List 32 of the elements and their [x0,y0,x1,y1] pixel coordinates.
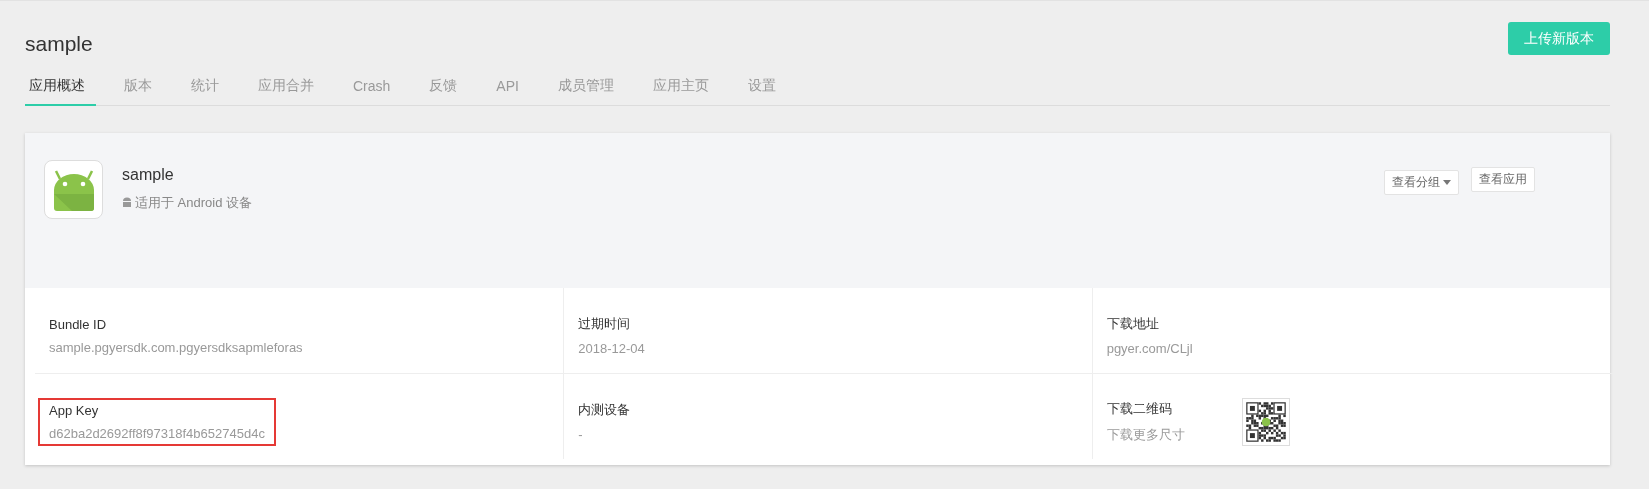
field-label: Bundle ID [49,316,108,332]
field-label: 下载二维码 [1106,399,1173,418]
qr-code-icon [1241,397,1290,446]
field-label: App Key [49,402,100,418]
tab[interactable]: 应用合并 [247,71,325,106]
field-value: - [578,427,584,442]
field-value: pgyer.com/CLjl [1106,341,1193,356]
upload-button[interactable]: 上传新版本 [1508,22,1610,55]
tab[interactable]: 应用概述 [25,71,96,106]
tab[interactable]: 应用主页 [641,71,720,106]
tab[interactable]: Crash [342,71,402,106]
android-icon [122,197,132,209]
tab[interactable]: 反馈 [418,71,469,106]
tab[interactable]: 统计 [180,71,230,106]
field-value: 下载更多尺寸 [1106,425,1185,444]
platform-text: 适用于 Android 设备 [135,194,253,212]
field-label: 内测设备 [578,401,631,419]
tab[interactable]: 设置 [736,71,787,106]
tab[interactable]: API [485,71,530,106]
group-dropdown[interactable]: 查看分组 [1384,170,1459,195]
caret-icon [1443,180,1451,185]
tab[interactable]: 成员管理 [546,71,625,106]
app-name: sample [122,166,175,184]
field-value: d62ba2d2692ff8f97318f4b652745d4c [49,425,265,441]
app-icon [44,160,103,219]
tab[interactable]: 版本 [113,71,163,106]
view-app-button[interactable]: 查看应用 [1471,167,1535,192]
field-value: 2018-12-04 [578,341,645,356]
app-title: sample [25,32,93,56]
field-label: 过期时间 [578,315,632,333]
field-value: sample.pgyersdk.com.pgyersdksapmleforas [49,339,303,355]
field-label: 下载地址 [1106,315,1160,333]
